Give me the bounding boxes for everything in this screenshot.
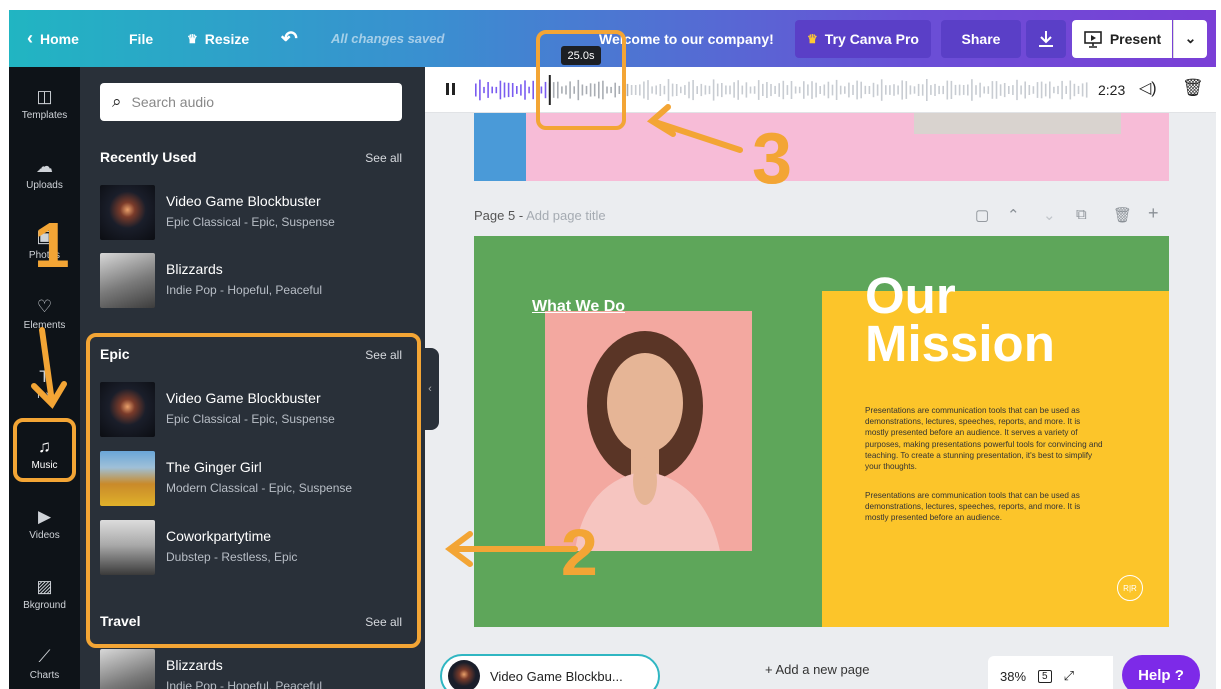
annotation-number-1: 1 [34,209,70,281]
app-window: ‹ Home File ♛ Resize ↶ All changes saved… [0,0,1221,689]
annotation-number-3: 3 [752,119,793,199]
annotation-number-2: 2 [561,515,598,589]
annotation-arrows [31,104,743,567]
